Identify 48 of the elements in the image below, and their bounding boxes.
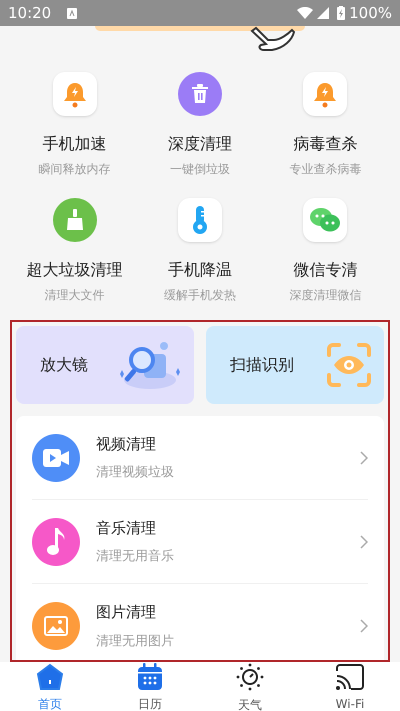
tab[interactable]: 天气 bbox=[200, 662, 300, 711]
chevron-right-icon bbox=[360, 619, 368, 633]
tool-subtitle: 清理大文件 bbox=[44, 287, 105, 304]
battery-percent: 100% bbox=[349, 2, 392, 24]
video-camera-icon bbox=[32, 434, 80, 482]
cast-icon bbox=[335, 663, 365, 691]
item-title: 音乐清理 bbox=[96, 518, 157, 538]
status-time: 10:20 bbox=[8, 2, 52, 24]
sun-icon bbox=[235, 662, 265, 692]
clean-list-item[interactable]: 音乐清理 清理无用音乐 bbox=[32, 500, 368, 584]
tab[interactable]: 首页 bbox=[0, 663, 100, 711]
notification-icon bbox=[67, 8, 78, 18]
chevron-right-icon bbox=[360, 450, 368, 464]
tab[interactable]: Wi-Fi bbox=[300, 663, 400, 711]
eye-scan-icon bbox=[326, 343, 372, 387]
trash-icon bbox=[178, 72, 222, 116]
music-note-icon bbox=[32, 518, 80, 566]
bell-icon bbox=[303, 72, 348, 116]
item-subtitle: 清理视频垃圾 bbox=[96, 464, 175, 482]
tool-subtitle: 一键倒垃圾 bbox=[170, 161, 230, 178]
wifi-icon bbox=[297, 7, 314, 19]
item-subtitle: 清理无用图片 bbox=[96, 632, 175, 650]
tool-title[interactable]: 病毒查杀 bbox=[293, 132, 358, 156]
tool-subtitle: 专业查杀病毒 bbox=[289, 161, 362, 178]
tool-title[interactable]: 深度清理 bbox=[168, 132, 232, 156]
tool-title[interactable]: 超大垃圾清理 bbox=[26, 258, 123, 282]
item-subtitle: 清理无用音乐 bbox=[96, 548, 175, 566]
battery-icon bbox=[337, 6, 346, 20]
clean-list-item[interactable]: 图片清理 清理无用图片 bbox=[32, 584, 368, 660]
broom-icon bbox=[52, 198, 97, 242]
tool-subtitle: 缓解手机发热 bbox=[164, 287, 236, 304]
feature-card[interactable]: 放大镜 bbox=[16, 326, 194, 404]
chat-bubbles-icon bbox=[303, 198, 348, 242]
signal-icon bbox=[317, 7, 330, 19]
feature-card[interactable]: 扫描识别 bbox=[206, 326, 384, 404]
tool-subtitle: 深度清理微信 bbox=[289, 287, 362, 304]
thermometer-icon bbox=[178, 198, 222, 242]
bell-icon bbox=[52, 72, 97, 116]
item-title: 图片清理 bbox=[96, 602, 157, 623]
tab[interactable]: 日历 bbox=[100, 663, 200, 711]
image-icon bbox=[32, 602, 80, 650]
tool-title[interactable]: 手机降温 bbox=[168, 258, 232, 282]
clean-list-item[interactable]: 视频清理 清理视频垃圾 bbox=[32, 416, 368, 500]
tool-title[interactable]: 微信专清 bbox=[293, 258, 358, 282]
tool-title[interactable]: 手机加速 bbox=[42, 132, 107, 156]
tool-subtitle: 瞬间释放内存 bbox=[38, 161, 111, 178]
item-title: 视频清理 bbox=[96, 434, 157, 454]
chevron-right-icon bbox=[360, 534, 368, 548]
